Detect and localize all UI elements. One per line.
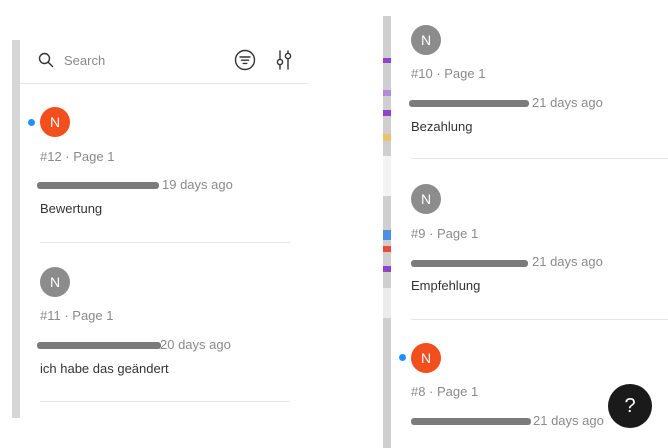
redacted-author	[37, 342, 161, 349]
comment-time: 21 days ago	[533, 413, 604, 428]
unread-indicator	[28, 119, 35, 126]
avatar-initial: N	[49, 114, 61, 130]
canvas-mark	[383, 266, 391, 272]
comment-item[interactable]: N #12 · Page 1 19 days ago Bewertung	[20, 104, 272, 244]
comment-meta: #12 · Page 1	[40, 149, 115, 164]
comments-panel-left: N #12 · Page 1 19 days ago Bewertung N #…	[20, 40, 308, 448]
unread-indicator	[399, 354, 406, 361]
canvas-mark	[383, 246, 391, 252]
comment-time: 21 days ago	[532, 254, 603, 269]
comment-meta: #11 · Page 1	[40, 308, 114, 323]
avatar-initial: N	[420, 32, 432, 48]
canvas-mark	[383, 230, 391, 240]
avatar-initial: N	[420, 191, 432, 207]
avatar: N	[411, 184, 441, 214]
search-input[interactable]	[64, 50, 214, 70]
comment-time: 19 days ago	[162, 177, 233, 192]
divider	[40, 401, 290, 402]
canvas-mark	[383, 90, 391, 96]
search-bar	[20, 40, 308, 84]
comment-item[interactable]: N #9 · Page 1 21 days ago Empfehlung	[391, 176, 643, 326]
divider	[40, 242, 290, 243]
comment-item[interactable]: N #11 · Page 1 20 days ago ich habe das …	[20, 264, 272, 404]
avatar: N	[411, 25, 441, 55]
comment-meta: #9 · Page 1	[411, 226, 479, 241]
panel-gap	[308, 0, 384, 448]
redacted-author	[411, 418, 531, 425]
divider	[411, 158, 668, 159]
redacted-author	[411, 260, 528, 267]
comment-text: Bewertung	[40, 201, 103, 216]
divider	[411, 319, 668, 320]
comment-text: ich habe das geändert	[40, 361, 169, 376]
help-button[interactable]: ?	[608, 384, 652, 428]
avatar: N	[40, 107, 70, 137]
canvas-mark	[383, 58, 391, 63]
canvas-mark	[383, 134, 391, 141]
question-mark-icon: ?	[624, 394, 636, 417]
redacted-author	[37, 182, 159, 189]
comment-text: Empfehlung	[411, 278, 481, 293]
redacted-author	[409, 100, 529, 107]
sliders-icon[interactable]	[274, 49, 294, 71]
avatar: N	[411, 343, 441, 373]
left-panel-edge	[12, 40, 20, 418]
comment-meta: #8 · Page 1	[411, 384, 479, 399]
comment-item[interactable]: N #8 · Page 1 21 days ago	[391, 334, 643, 448]
canvas-strip	[383, 16, 391, 448]
search-icon	[38, 52, 54, 68]
comment-meta: #10 · Page 1	[411, 66, 486, 81]
comment-time: 21 days ago	[532, 95, 603, 110]
comment-text: Bezahlung	[411, 119, 473, 134]
filter-icon[interactable]	[234, 49, 256, 71]
canvas-mark	[383, 288, 391, 318]
comment-time: 20 days ago	[160, 337, 231, 352]
canvas-mark	[383, 156, 391, 196]
avatar-initial: N	[420, 350, 432, 366]
avatar-initial: N	[49, 274, 61, 290]
comment-item[interactable]: N #10 · Page 1 21 days ago Bezahlung	[391, 16, 643, 166]
canvas-mark	[383, 110, 391, 116]
avatar: N	[40, 267, 70, 297]
